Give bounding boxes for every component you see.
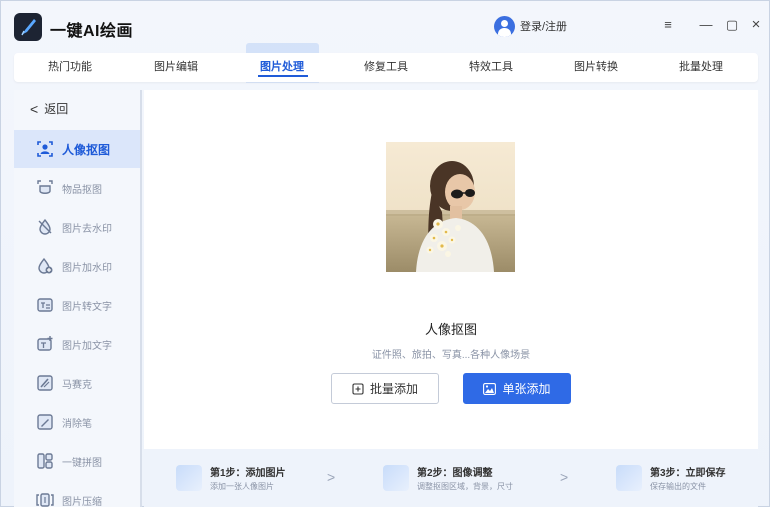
sidebar-item-label: 人像抠图 [62, 143, 111, 157]
back-label: 返回 [44, 102, 69, 116]
maximize-icon[interactable]: ▢ [725, 18, 739, 32]
steps-bar: 第1步：添加图片 添加一张人像图片 > 第2步：图像调整 调整抠图区域，背景，尺… [144, 449, 758, 507]
sidebar-item-label: 图片转文字 [62, 302, 112, 313]
sidebar: < 返回 人像抠图 物品抠图 图片去水印 图片加水印 图片转文字 图片加文字 马… [14, 90, 142, 507]
sidebar-item-object-cutout[interactable]: 物品抠图 [14, 169, 140, 207]
image-icon [483, 382, 497, 395]
back-button[interactable]: < 返回 [30, 100, 68, 117]
sidebar-item-collage[interactable]: 一键拼图 [14, 442, 140, 480]
sidebar-item-label: 图片压缩 [62, 497, 102, 507]
sidebar-item-portrait-cutout[interactable]: 人像抠图 [14, 130, 140, 168]
sidebar-item-label: 图片加文字 [62, 341, 112, 352]
mosaic-icon [37, 375, 53, 391]
tab-image-edit[interactable]: 图片编辑 [136, 53, 216, 82]
sidebar-item-label: 马赛克 [62, 380, 92, 391]
save-image-step-icon [616, 465, 642, 491]
batch-add-button[interactable]: 批量添加 [331, 373, 439, 404]
tab-hot-features[interactable]: 热门功能 [30, 53, 110, 82]
sidebar-item-label: 图片去水印 [62, 224, 112, 235]
menu-icon[interactable]: ≡ [661, 18, 675, 32]
step-title: 第1步：添加图片 [210, 468, 286, 479]
add-watermark-icon [38, 257, 53, 274]
app-window: 一键AI绘画 登录/注册 ≡ — ▢ × 热门功能 图片编辑 图片处理 修复工具… [0, 0, 770, 507]
eraser-pen-icon [37, 414, 53, 430]
app-title: 一键AI绘画 [50, 23, 134, 40]
collage-icon [37, 453, 53, 469]
sidebar-item-add-watermark[interactable]: 图片加水印 [14, 247, 140, 285]
close-icon[interactable]: × [749, 17, 763, 32]
add-text-icon [37, 336, 53, 351]
sidebar-item-add-text[interactable]: 图片加文字 [14, 325, 140, 363]
step-desc: 添加一张人像图片 [210, 482, 274, 491]
chevron-left-icon: < [30, 100, 39, 117]
main-panel: 人像抠图 证件照、旅拍、写真...各种人像场景 批量添加 单张添加 [144, 90, 758, 449]
image-to-text-icon [37, 298, 53, 312]
sample-portrait-image [386, 142, 515, 272]
step-desc: 保存输出的文件 [650, 482, 706, 491]
tab-repair-tools[interactable]: 修复工具 [346, 53, 426, 82]
title-bar: 一键AI绘画 登录/注册 ≡ — ▢ × [1, 1, 769, 51]
chevron-right-icon: > [327, 469, 336, 485]
object-cutout-icon [37, 180, 53, 194]
feature-description: 证件照、旅拍、写真...各种人像场景 [371, 350, 531, 361]
sidebar-item-label: 一键拼图 [62, 458, 102, 469]
sidebar-item-label: 物品抠图 [62, 185, 102, 196]
tab-image-convert[interactable]: 图片转换 [556, 53, 636, 82]
adjust-image-step-icon [383, 465, 409, 491]
single-add-button[interactable]: 单张添加 [463, 373, 571, 404]
tab-active-underline [258, 75, 308, 77]
main-tab-bar: 热门功能 图片编辑 图片处理 修复工具 特效工具 图片转换 批量处理 [14, 53, 758, 82]
step-title: 第2步：图像调整 [417, 468, 493, 479]
login-label: 登录/注册 [520, 21, 568, 33]
sidebar-item-compress[interactable]: 图片压缩 [14, 481, 140, 507]
feature-title: 人像抠图 [424, 322, 477, 337]
avatar-icon [494, 15, 515, 37]
login-button[interactable]: 登录/注册 [494, 15, 567, 37]
sidebar-item-label: 图片加水印 [62, 263, 112, 274]
tab-image-process[interactable]: 图片处理 [242, 53, 322, 82]
app-logo-icon [14, 13, 42, 41]
minimize-icon[interactable]: — [699, 18, 713, 32]
tab-effect-tools[interactable]: 特效工具 [451, 53, 531, 82]
portrait-cutout-icon [37, 141, 53, 157]
sidebar-item-image-to-text[interactable]: 图片转文字 [14, 286, 140, 324]
sidebar-item-mosaic[interactable]: 马赛克 [14, 364, 140, 402]
batch-add-icon [352, 382, 364, 395]
step-desc: 调整抠图区域，背景，尺寸 [417, 482, 513, 491]
add-image-step-icon [176, 465, 202, 491]
sidebar-item-label: 消除笔 [62, 419, 92, 430]
step-title: 第3步：立即保存 [650, 468, 726, 479]
sidebar-item-remove-watermark[interactable]: 图片去水印 [14, 208, 140, 246]
tab-batch-process[interactable]: 批量处理 [661, 53, 741, 82]
sidebar-item-eraser-pen[interactable]: 消除笔 [14, 403, 140, 441]
remove-watermark-icon [38, 218, 52, 235]
chevron-right-icon: > [560, 469, 569, 485]
single-add-label: 单张添加 [502, 382, 551, 396]
batch-add-label: 批量添加 [369, 382, 418, 396]
compress-icon [36, 493, 54, 507]
